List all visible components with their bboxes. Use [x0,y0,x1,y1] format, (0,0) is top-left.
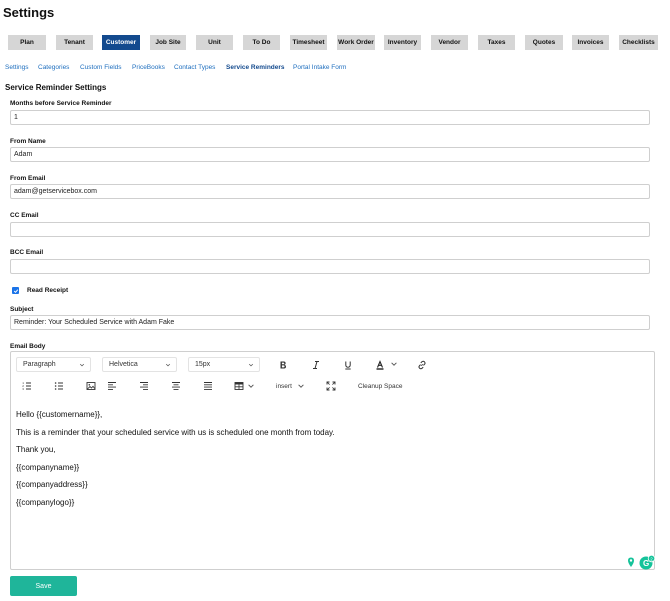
cleanup-space-button[interactable]: Cleanup Space [358,383,402,390]
body-line: Thank you, [16,445,56,454]
chevron-down-icon[interactable] [247,382,255,390]
table-icon[interactable] [234,381,244,391]
cc-email-label: CC Email [10,212,39,219]
body-line: Hello {{customername}}, [16,410,103,419]
grammarly-icon: G 2 [628,554,656,570]
image-icon[interactable] [86,381,96,391]
subject-input[interactable]: Reminder: Your Scheduled Service with Ad… [10,315,650,330]
tab-tenant[interactable]: Tenant [56,35,93,50]
align-justify-icon[interactable] [203,381,213,391]
chevron-down-icon [165,363,171,367]
subnav-settings[interactable]: Settings [5,64,29,71]
chevron-down-icon [79,363,85,367]
font-family-select[interactable]: Helvetica [102,357,177,372]
settings-tabs: Plan Tenant Customer Job Site Unit To Do… [8,35,658,50]
months-label: Months before Service Reminder [10,100,112,107]
subnav-pricebooks[interactable]: PriceBooks [132,64,165,71]
tab-timesheet[interactable]: Timesheet [290,35,327,50]
tab-customer[interactable]: Customer [102,35,140,50]
from-email-input[interactable]: adam@getservicebox.com [10,184,650,199]
font-size-value: 15px [195,361,211,368]
body-line: {{companylogo}} [16,497,75,507]
font-size-select[interactable]: 15px [188,357,260,372]
body-line: {{companyname}} [16,462,80,472]
subnav-categories[interactable]: Categories [38,64,69,71]
from-name-label: From Name [10,138,46,145]
chevron-down-icon[interactable] [390,360,398,368]
chevron-down-icon[interactable] [297,382,305,390]
paragraph-format-select[interactable]: Paragraph [16,357,91,372]
subnav-service-reminders[interactable]: Service Reminders [226,64,285,71]
insert-dropdown[interactable]: insert [276,383,292,390]
from-name-input[interactable]: Adam [10,147,650,162]
subnav-portal-intake-form[interactable]: Portal Intake Form [293,64,346,71]
link-icon[interactable] [417,360,427,370]
email-body-editor: Paragraph Helvetica 15px 1 2 3 insert Cl… [10,351,655,570]
bcc-email-input[interactable] [10,259,650,274]
editor-content[interactable]: Hello {{customername}}, This is a remind… [16,406,335,511]
read-receipt-checkbox[interactable] [12,287,19,294]
font-family-value: Helvetica [109,361,138,368]
ordered-list-icon[interactable]: 1 2 3 [22,381,32,391]
align-center-icon[interactable] [171,381,181,391]
editor-toolbar-row-2: 1 2 3 insert Cleanup Space [11,380,654,393]
tab-quotes[interactable]: Quotes [525,35,563,50]
tab-work-order[interactable]: Work Order [337,35,375,50]
bcc-email-label: BCC Email [10,249,44,256]
underline-icon[interactable] [343,360,353,370]
tab-invoices[interactable]: Invoices [572,35,609,50]
editor-toolbar-row-1: Paragraph Helvetica 15px [11,357,654,372]
read-receipt-label: Read Receipt [27,287,69,294]
section-title: Service Reminder Settings [5,83,107,92]
subject-label: Subject [10,306,34,313]
subnav-contact-types[interactable]: Contact Types [174,64,215,71]
check-icon [13,288,18,293]
bold-icon[interactable] [278,360,288,370]
bullet-list-icon[interactable] [54,381,64,391]
page-title: Settings [3,5,55,20]
align-right-icon[interactable] [139,381,149,391]
tab-unit[interactable]: Unit [196,35,233,50]
tab-inventory[interactable]: Inventory [384,35,421,50]
text-color-icon[interactable] [375,360,385,370]
tab-checklists[interactable]: Checklists [619,35,658,50]
italic-icon[interactable] [311,360,321,370]
from-email-label: From Email [10,175,46,182]
email-body-label: Email Body [10,343,46,350]
tab-taxes[interactable]: Taxes [478,35,515,50]
paragraph-format-value: Paragraph [23,361,56,368]
chevron-down-icon [248,363,254,367]
grammarly-widget[interactable]: G 2 [625,554,656,576]
svg-text:3: 3 [22,387,24,391]
align-left-icon[interactable] [107,381,117,391]
body-line: This is a reminder that your scheduled s… [16,427,335,437]
tab-vendor[interactable]: Vendor [431,35,468,50]
fullscreen-icon[interactable] [326,381,336,391]
body-line: {{companyaddress}} [16,480,88,489]
subnav-custom-fields[interactable]: Custom Fields [80,64,122,71]
cc-email-input[interactable] [10,222,650,237]
months-input[interactable]: 1 [10,110,650,125]
tab-job-site[interactable]: Job Site [150,35,186,50]
tab-plan[interactable]: Plan [8,35,46,50]
save-button[interactable]: Save [10,576,77,596]
tab-to-do[interactable]: To Do [243,35,280,50]
